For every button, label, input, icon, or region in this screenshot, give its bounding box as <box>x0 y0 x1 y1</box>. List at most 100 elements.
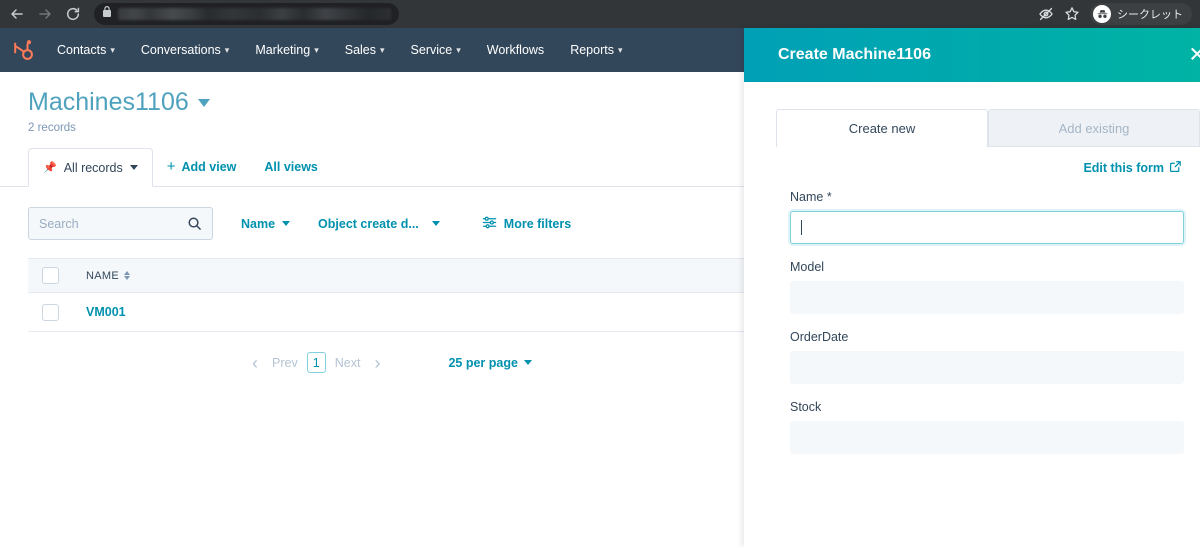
reload-icon[interactable] <box>60 2 86 26</box>
chevron-down-icon[interactable] <box>197 98 210 107</box>
nav-item-marketing[interactable]: Marketing ▾ <box>242 28 331 72</box>
top-nav-items: Contacts ▾ Conversations ▾ Marketing ▾ S… <box>44 28 636 72</box>
field-label: OrderDate <box>790 330 849 344</box>
panel-tab-bar: Create new Add existing <box>744 109 1200 147</box>
chevron-down-icon: ▾ <box>617 44 623 55</box>
tab-all-records[interactable]: 📌 All records <box>28 148 153 187</box>
nav-item-label: Conversations <box>140 43 221 57</box>
hubspot-sprocket-logo[interactable] <box>0 37 44 63</box>
page-number-1[interactable]: 1 <box>306 352 326 373</box>
nav-item-conversations[interactable]: Conversations ▾ <box>128 28 242 72</box>
address-bar[interactable] <box>94 3 399 25</box>
field-label: Name * <box>790 190 832 204</box>
incognito-indicator[interactable]: シークレット <box>1090 3 1192 25</box>
nav-item-label: Marketing <box>255 43 311 57</box>
name-input[interactable] <box>790 211 1184 244</box>
plus-icon: + <box>166 158 176 175</box>
chevron-down-icon <box>282 221 291 226</box>
prev-arrow-icon[interactable]: ‹ <box>244 354 266 372</box>
column-header-label: NAME <box>86 269 119 282</box>
lock-icon <box>102 5 112 23</box>
filter-chip-label: Name <box>241 216 276 231</box>
nav-item-sales[interactable]: Sales ▾ <box>332 28 398 72</box>
panel-body: Create new Add existing Edit this form N… <box>744 82 1200 547</box>
select-all-cell <box>28 267 72 284</box>
forward-icon[interactable] <box>32 2 58 26</box>
chevron-down-icon <box>523 360 532 365</box>
edit-this-form-link[interactable]: Edit this form <box>1083 160 1182 176</box>
chevron-down-icon: ▾ <box>314 44 319 55</box>
pagination: ‹ Prev 1 Next › 25 per page <box>28 332 748 373</box>
sliders-icon <box>482 215 497 233</box>
table-row[interactable]: VM001 <box>28 293 748 332</box>
nav-item-service[interactable]: Service ▾ <box>398 28 474 72</box>
chevron-down-icon: ▾ <box>110 44 115 55</box>
browser-nav-buttons <box>0 2 86 26</box>
address-bar-url-redacted <box>118 8 391 20</box>
incognito-avatar-icon <box>1093 5 1111 23</box>
next-arrow-icon[interactable]: › <box>366 354 388 372</box>
create-record-panel: Create Machine1106 ✕ Create new Add exis… <box>744 28 1200 547</box>
select-all-checkbox[interactable] <box>41 267 59 284</box>
row-checkbox[interactable] <box>41 303 59 321</box>
browser-actions: シークレット <box>1038 0 1200 28</box>
sort-icon[interactable] <box>123 271 130 280</box>
row-select-cell <box>28 303 72 321</box>
page-title[interactable]: Machines1106 <box>28 90 210 115</box>
field-model: Model <box>790 260 1184 314</box>
nav-item-contacts[interactable]: Contacts ▾ <box>44 28 128 72</box>
orderdate-input[interactable] <box>790 351 1184 384</box>
create-form-fields: Name * Model OrderDate Stock <box>744 176 1200 454</box>
next-button[interactable]: Next <box>329 356 367 370</box>
chevron-down-icon: ▾ <box>456 44 461 55</box>
field-stock: Stock <box>790 400 1184 454</box>
screen-root: シークレット Contacts ▾ Conversations ▾ Market… <box>0 0 1200 547</box>
all-views-button[interactable]: All views <box>250 147 332 186</box>
pin-icon: 📌 <box>43 162 57 174</box>
prev-button[interactable]: Prev <box>266 356 304 370</box>
records-table: NAME VM001 <box>28 258 748 332</box>
panel-header: Create Machine1106 ✕ <box>744 28 1200 82</box>
field-label: Model <box>790 260 825 274</box>
panel-title: Create Machine1106 <box>778 46 931 63</box>
add-view-button[interactable]: + Add view <box>153 147 251 186</box>
nav-item-reports[interactable]: Reports ▾ <box>557 28 635 72</box>
nav-item-label: Service <box>410 43 453 57</box>
nav-item-label: Contacts <box>57 43 107 57</box>
external-link-icon <box>1169 160 1182 176</box>
search-icon[interactable] <box>187 216 202 231</box>
filter-chip-name[interactable]: Name <box>241 216 291 231</box>
all-views-label: All views <box>264 159 318 174</box>
close-icon[interactable]: ✕ <box>1188 45 1200 66</box>
star-icon[interactable] <box>1064 6 1080 22</box>
chevron-down-icon <box>431 221 440 226</box>
chevron-down-icon <box>129 165 138 170</box>
per-page-selector[interactable]: 25 per page <box>448 356 532 370</box>
column-header-name[interactable]: NAME <box>72 270 130 282</box>
nav-item-label: Workflows <box>486 43 545 57</box>
table-header-row: NAME <box>28 259 748 293</box>
nav-item-label: Sales <box>344 43 377 57</box>
nav-item-workflows[interactable]: Workflows <box>474 28 557 72</box>
add-view-label: Add view <box>181 159 237 174</box>
record-link[interactable]: VM001 <box>86 305 126 319</box>
tab-all-records-label: All records <box>63 160 123 175</box>
search-input[interactable]: Search <box>28 207 213 240</box>
more-filters-button[interactable]: More filters <box>482 215 571 233</box>
tab-create-new[interactable]: Create new <box>776 109 988 147</box>
stock-input[interactable] <box>790 421 1184 454</box>
chevron-down-icon: ▾ <box>224 44 230 55</box>
filter-chip-object-create-date[interactable]: Object create d... <box>318 217 440 231</box>
field-label: Stock <box>790 400 822 414</box>
back-icon[interactable] <box>4 2 30 26</box>
eye-slash-icon[interactable] <box>1038 6 1054 22</box>
tab-add-existing[interactable]: Add existing <box>988 109 1200 147</box>
incognito-label: シークレット <box>1117 9 1183 21</box>
search-placeholder: Search <box>39 216 79 231</box>
model-input[interactable] <box>790 281 1184 314</box>
text-cursor <box>801 220 802 235</box>
row-name-cell: VM001 <box>72 305 126 319</box>
tab-add-existing-label: Add existing <box>1058 120 1130 136</box>
edit-form-row: Edit this form <box>744 147 1200 176</box>
page-title-text: Machines1106 <box>28 88 189 116</box>
